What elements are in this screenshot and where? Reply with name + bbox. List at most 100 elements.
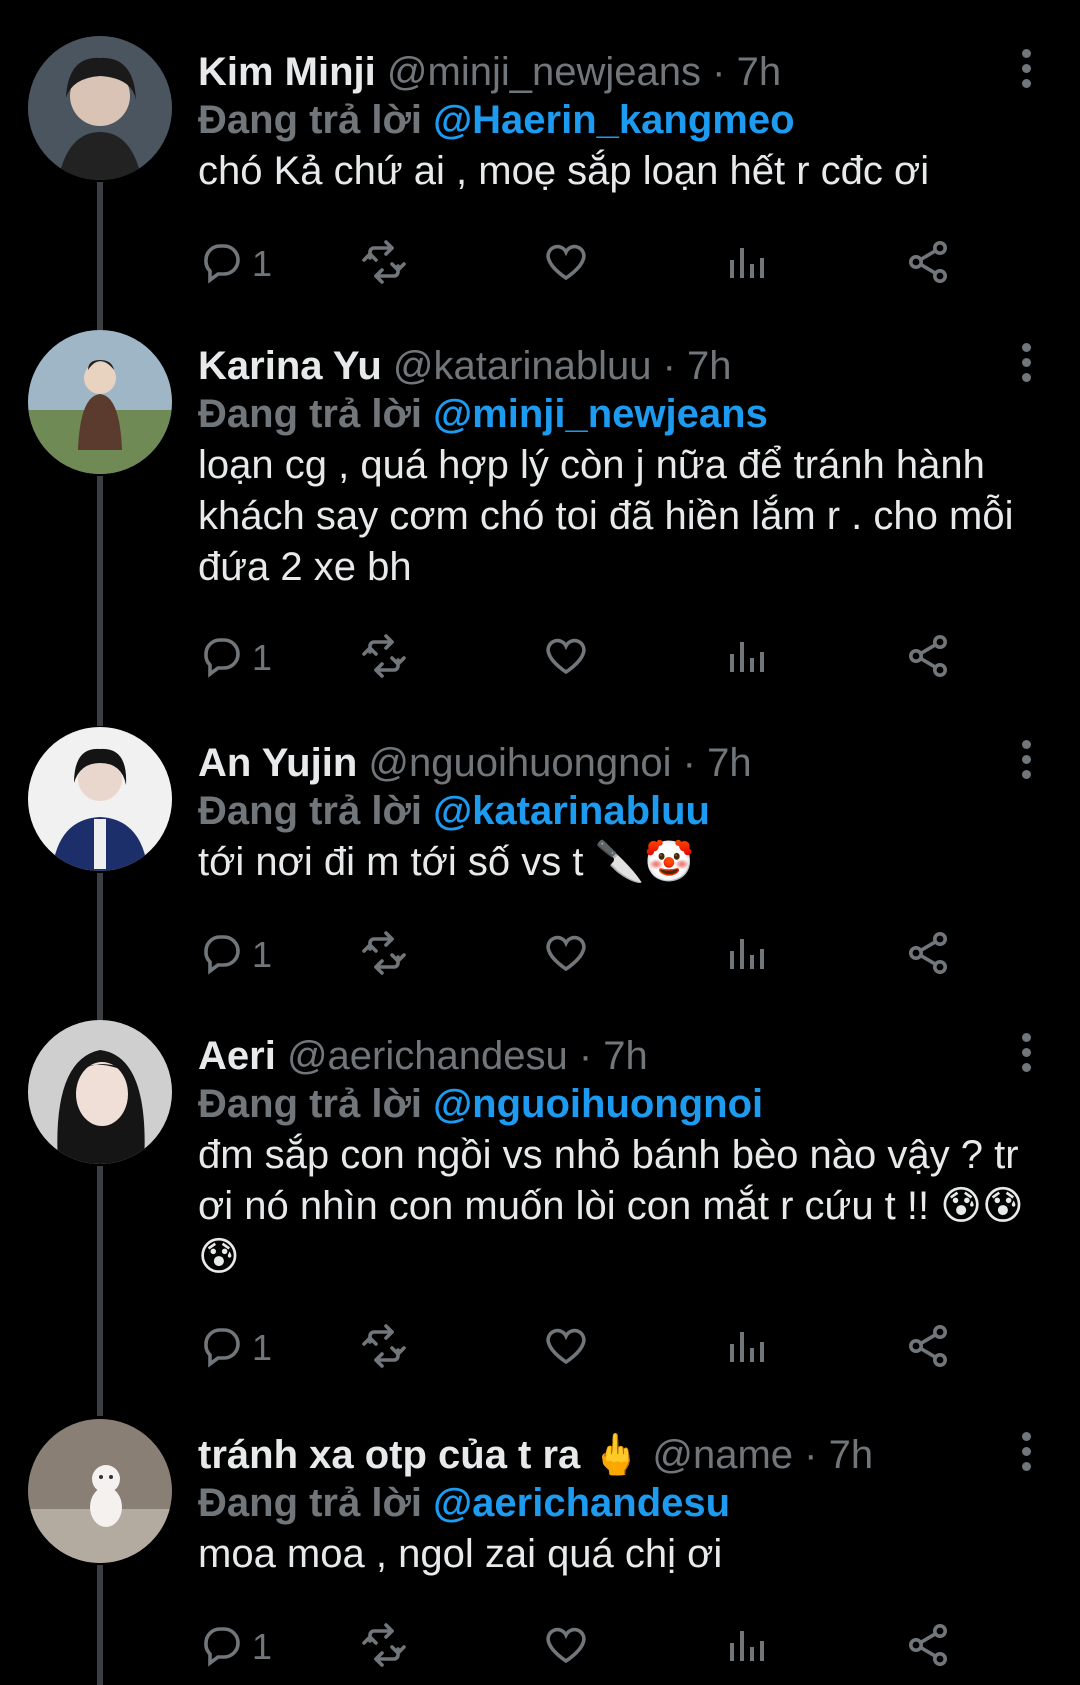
reply-button[interactable]: 1 — [198, 628, 272, 688]
user-handle[interactable]: @katarinabluu — [393, 344, 652, 388]
share-icon — [904, 238, 952, 291]
reply-button[interactable]: 1 — [198, 1318, 272, 1378]
tweet-text: loạn cg , quá hợp lý còn j nữa để tránh … — [198, 443, 1014, 589]
timestamp[interactable]: 7h — [687, 344, 732, 388]
reply-to-mention[interactable]: @katarinabluu — [433, 789, 710, 833]
retweet-button[interactable] — [360, 234, 408, 294]
reply-to-mention[interactable]: @Haerin_kangmeo — [433, 98, 794, 142]
tweet-text: tới nơi đi m tới số vs t 🔪🤡 — [198, 840, 695, 884]
tweet-header: An Yujin @nguoihuongnoi · 7h — [198, 739, 950, 787]
reply-count: 1 — [252, 934, 273, 975]
like-button[interactable] — [542, 628, 590, 688]
replying-label: Đang trả lời — [198, 1082, 423, 1126]
share-button[interactable] — [904, 234, 952, 294]
retweet-icon — [360, 1322, 408, 1375]
retweet-icon — [360, 238, 408, 291]
timestamp[interactable]: 7h — [829, 1433, 874, 1477]
tweet[interactable]: tránh xa otp của t ra 🖕 @name · 7h Đang … — [0, 1419, 1080, 1685]
user-handle[interactable]: @aerichandesu — [287, 1034, 568, 1078]
tweet-actions: 1 — [198, 925, 1040, 985]
views-button[interactable] — [722, 1318, 770, 1378]
more-vertical-icon[interactable] — [1014, 46, 1038, 94]
like-button[interactable] — [542, 1318, 590, 1378]
timestamp[interactable]: 7h — [603, 1034, 648, 1078]
avatar[interactable] — [28, 330, 172, 474]
share-icon — [904, 929, 952, 982]
reply-icon — [198, 1322, 246, 1375]
display-name[interactable]: Kim Minji — [198, 50, 376, 94]
thread-line — [97, 476, 103, 726]
views-button[interactable] — [722, 1617, 770, 1677]
replying-to: Đang trả lời @katarinabluu — [198, 787, 710, 835]
timestamp[interactable]: 7h — [707, 741, 752, 785]
timestamp[interactable]: 7h — [737, 50, 782, 94]
tweet-header: Karina Yu @katarinabluu · 7h — [198, 342, 950, 390]
retweet-button[interactable] — [360, 1617, 408, 1677]
more-vertical-icon[interactable] — [1014, 1030, 1038, 1078]
views-button[interactable] — [722, 234, 770, 294]
avatar[interactable] — [28, 727, 172, 871]
share-button[interactable] — [904, 628, 952, 688]
more-vertical-icon[interactable] — [1014, 340, 1038, 388]
avatar[interactable] — [28, 1020, 172, 1164]
like-icon — [542, 632, 590, 685]
tweet-text: đm sắp con ngồi vs nhỏ bánh bèo nào vậy … — [198, 1133, 1024, 1279]
share-button[interactable] — [904, 1318, 952, 1378]
display-name[interactable]: Aeri — [198, 1034, 276, 1078]
avatar[interactable] — [28, 36, 172, 180]
tweet[interactable]: An Yujin @nguoihuongnoi · 7h Đang trả lờ… — [0, 727, 1080, 1033]
tweet[interactable]: Kim Minji @minji_newjeans · 7h Đang trả … — [0, 36, 1080, 342]
user-handle[interactable]: @nguoihuongnoi — [368, 741, 671, 785]
retweet-button[interactable] — [360, 628, 408, 688]
views-icon — [722, 238, 770, 291]
thread-line — [97, 873, 103, 1033]
tweet[interactable]: Aeri @aerichandesu · 7h Đang trả lời @ng… — [0, 1020, 1080, 1416]
replying-to: Đang trả lời @aerichandesu — [198, 1479, 730, 1527]
like-button[interactable] — [542, 1617, 590, 1677]
reply-count: 1 — [252, 243, 273, 284]
replying-label: Đang trả lời — [198, 98, 423, 142]
retweet-button[interactable] — [360, 1318, 408, 1378]
separator: · — [712, 50, 726, 94]
like-button[interactable] — [542, 925, 590, 985]
reply-button[interactable]: 1 — [198, 1617, 272, 1677]
display-name[interactable]: Karina Yu — [198, 344, 382, 388]
views-icon — [722, 1621, 770, 1674]
tweet-text: chó Kả chứ ai , moẹ sắp loạn hết r cđc ơ… — [198, 149, 930, 193]
reply-button[interactable]: 1 — [198, 925, 272, 985]
tweet[interactable]: Karina Yu @katarinabluu · 7h Đang trả lờ… — [0, 330, 1080, 726]
reply-to-mention[interactable]: @minji_newjeans — [433, 392, 768, 436]
share-icon — [904, 1621, 952, 1674]
more-vertical-icon[interactable] — [1014, 1429, 1038, 1477]
tweet-header: tránh xa otp của t ra 🖕 @name · 7h — [198, 1431, 950, 1479]
views-button[interactable] — [722, 925, 770, 985]
retweet-icon — [360, 632, 408, 685]
tweet-text: moa moa , ngol zai quá chị ơi — [198, 1532, 723, 1576]
separator: · — [578, 1034, 593, 1078]
replying-label: Đang trả lời — [198, 789, 423, 833]
retweet-button[interactable] — [360, 925, 408, 985]
reply-button[interactable]: 1 — [198, 234, 272, 294]
tweet-actions: 1 — [198, 628, 1040, 688]
reply-to-mention[interactable]: @nguoihuongnoi — [433, 1082, 763, 1126]
views-button[interactable] — [722, 628, 770, 688]
user-handle[interactable]: @minji_newjeans — [387, 50, 701, 94]
replying-to: Đang trả lời @minji_newjeans — [198, 390, 768, 438]
reply-count: 1 — [252, 1626, 273, 1667]
share-button[interactable] — [904, 925, 952, 985]
like-button[interactable] — [542, 234, 590, 294]
display-name[interactable]: tránh xa otp của t ra 🖕 — [198, 1433, 641, 1477]
avatar[interactable] — [28, 1419, 172, 1563]
share-button[interactable] — [904, 1617, 952, 1677]
reply-to-mention[interactable]: @aerichandesu — [433, 1481, 730, 1525]
replying-to: Đang trả lời @nguoihuongnoi — [198, 1080, 763, 1128]
display-name[interactable]: An Yujin — [198, 741, 357, 785]
tweet-actions: 1 — [198, 234, 1040, 294]
reply-count: 1 — [252, 1327, 273, 1368]
tweet-header: Aeri @aerichandesu · 7h — [198, 1032, 950, 1080]
like-icon — [542, 1322, 590, 1375]
thread-line — [97, 1166, 103, 1416]
more-vertical-icon[interactable] — [1014, 737, 1038, 785]
user-handle[interactable]: @name — [652, 1433, 793, 1477]
like-icon — [542, 238, 590, 291]
